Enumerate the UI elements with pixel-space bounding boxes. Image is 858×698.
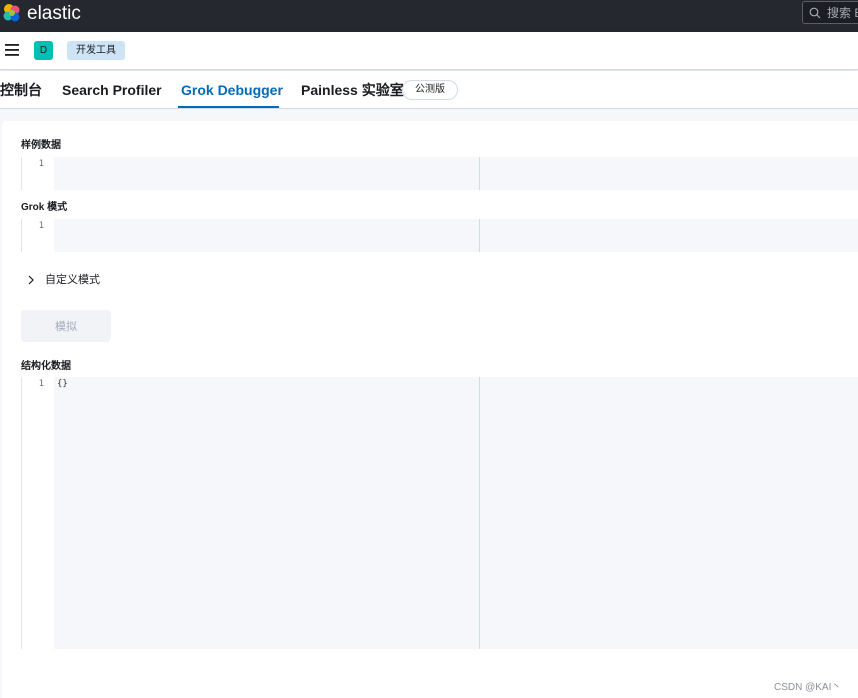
chevron-right-icon	[28, 275, 34, 285]
line-number: 1	[38, 159, 44, 169]
editor-gutter: 1	[21, 377, 54, 649]
editor-gutter: 1	[21, 219, 54, 252]
elastic-logo-icon[interactable]	[2, 3, 22, 23]
logo-text: elastic	[27, 3, 81, 24]
sample-data-label: 样例数据	[21, 140, 61, 151]
space-avatar[interactable]: D	[34, 41, 53, 60]
beta-badge: 公测版	[402, 80, 458, 100]
structured-data-output[interactable]: 1 {}	[21, 377, 858, 649]
sample-data-editor[interactable]: 1	[21, 157, 858, 190]
structured-data-text: {}	[57, 379, 68, 389]
selected-tab-indicator	[178, 106, 279, 108]
grok-debugger-panel: 样例数据 1 Grok 模式 1 自定义模式 模拟 结构化数据 1 {}	[2, 121, 858, 698]
line-number: 1	[38, 379, 44, 389]
search-icon	[809, 7, 821, 19]
editor-gutter: 1	[21, 157, 54, 190]
tab-search-profiler[interactable]: Search Profiler	[62, 81, 162, 99]
line-number: 1	[38, 221, 44, 231]
app-header: D 开发工具	[0, 32, 858, 70]
custom-patterns-label: 自定义模式	[45, 274, 100, 286]
structured-data-label: 结构化数据	[21, 361, 71, 372]
tab-console[interactable]: 控制台	[0, 81, 42, 99]
tab-painless-lab[interactable]: Painless 实验室	[301, 81, 404, 99]
tab-grok-debugger[interactable]: Grok Debugger	[181, 81, 283, 99]
grok-pattern-label: Grok 模式	[21, 202, 68, 213]
dev-tools-tabs: 控制台 Search Profiler Grok Debugger Painle…	[0, 71, 858, 109]
simulate-button[interactable]: 模拟	[21, 310, 111, 342]
breadcrumb-dev-tools[interactable]: 开发工具	[67, 41, 125, 60]
search-placeholder: 搜索 E	[827, 6, 858, 20]
grok-pattern-editor[interactable]: 1	[21, 219, 858, 252]
print-margin	[479, 377, 480, 649]
global-search-input[interactable]: 搜索 E	[802, 1, 858, 24]
print-margin	[479, 219, 480, 252]
hamburger-menu-icon[interactable]	[5, 44, 19, 56]
print-margin	[479, 157, 480, 190]
watermark: CSDN @KAI丶	[774, 682, 842, 693]
global-header: elastic 搜索 E	[0, 0, 858, 32]
